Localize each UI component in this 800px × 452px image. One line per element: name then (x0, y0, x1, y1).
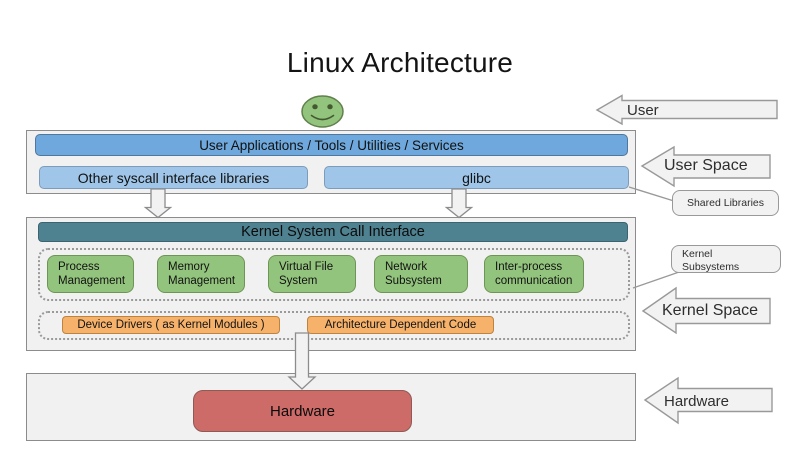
glibc-box: glibc (324, 166, 629, 189)
diagram-title: Linux Architecture (0, 47, 800, 79)
subsystem-box-network-subsystem: Network Subsystem (374, 255, 468, 293)
subsystem-box-inter-process-communication: Inter-process communication (484, 255, 584, 293)
architecture-dependent-code-box: Architecture Dependent Code (307, 316, 494, 334)
user-applications-box: User Applications / Tools / Utilities / … (35, 134, 628, 156)
kernel-subsystems-callout: Kernel Subsystems (671, 245, 781, 273)
smiley-face-icon (302, 96, 343, 127)
user-arrow-shape (597, 96, 777, 125)
shared-libraries-callout: Shared Libraries (672, 190, 779, 216)
kernel-subsystems-connector-line (633, 271, 682, 288)
subsystem-box-memory-management: Memory Management (157, 255, 245, 293)
kernel-space-arrow-label: Kernel Space (662, 303, 758, 319)
linux-architecture-diagram: Linux Architecture User Applications / T… (0, 0, 800, 452)
user-arrow-label: User (627, 103, 659, 118)
kernel-system-call-interface-box: Kernel System Call Interface (38, 222, 628, 242)
other-syscall-libraries-box: Other syscall interface libraries (39, 166, 308, 189)
hardware-arrow-label: Hardware (664, 394, 729, 409)
subsystem-box-process-management: Process Management (47, 255, 134, 293)
subsystem-box-virtual-file-system: Virtual File System (268, 255, 356, 293)
user-space-arrow-label: User Space (664, 158, 748, 174)
device-drivers-box: Device Drivers ( as Kernel Modules ) (62, 316, 280, 334)
hardware-box: Hardware (193, 390, 412, 432)
